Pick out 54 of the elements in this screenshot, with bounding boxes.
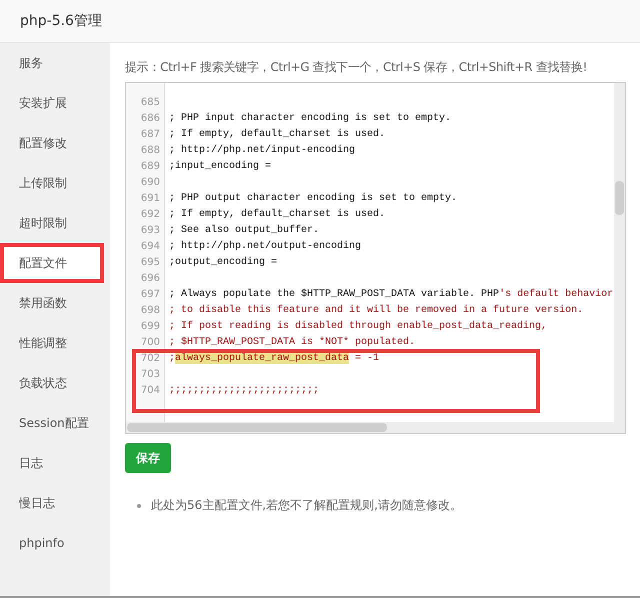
code-line: ; If post reading is disabled through enable_post_data_reading, bbox=[169, 320, 548, 334]
sidebar-item[interactable]: Session配置 bbox=[0, 403, 110, 443]
sidebar-item[interactable]: 配置修改 bbox=[0, 123, 110, 163]
code-editor[interactable] bbox=[125, 82, 626, 434]
sidebar-item[interactable]: 服务 bbox=[0, 43, 110, 83]
sidebar-item[interactable]: 慢日志 bbox=[0, 483, 110, 523]
sidebar-item[interactable]: phpinfo bbox=[0, 523, 110, 563]
sidebar-item[interactable]: 超时限制 bbox=[0, 203, 110, 243]
code-line: ;input_encoding = bbox=[169, 160, 272, 174]
line-number: 697 bbox=[140, 288, 161, 302]
code-line: ; If empty, default_charset is used. bbox=[169, 128, 386, 142]
code-line: ; http://php.net/output-encoding bbox=[169, 240, 362, 254]
code-line: ; PHP output character encoding is set to empty. bbox=[169, 192, 458, 206]
note-text: 此处为56主配置文件,若您不了解配置规则,请勿随意修改。 bbox=[151, 497, 462, 514]
sidebar-item[interactable]: 上传限制 bbox=[0, 163, 110, 203]
code-line: ; PHP input character encoding is set to empty. bbox=[169, 112, 452, 126]
sidebar-item[interactable]: 日志 bbox=[0, 443, 110, 483]
line-number: 687 bbox=[140, 128, 161, 142]
line-number: 690 bbox=[140, 176, 161, 190]
code-line: ; http://php.net/input-encoding bbox=[169, 144, 356, 158]
code-line: ; to disable this feature and it will be removed in a future version. bbox=[169, 304, 584, 318]
code-line: ;;;;;;;;;;;;;;;;;;;;;;;;; bbox=[169, 384, 320, 398]
line-number: 703 bbox=[140, 368, 161, 382]
sidebar-item[interactable]: 负载状态 bbox=[0, 363, 110, 403]
line-number: 696 bbox=[140, 272, 161, 286]
code-line: ;output_encoding = bbox=[169, 256, 278, 270]
line-number: 692 bbox=[140, 208, 161, 222]
horizontal-scrollbar[interactable] bbox=[126, 422, 625, 433]
line-number: 700 bbox=[140, 336, 161, 350]
window-title: php-5.6管理 bbox=[20, 12, 102, 30]
line-number: 693 bbox=[140, 224, 161, 238]
code-line: ; $HTTP_RAW_POST_DATA is *NOT* populated. bbox=[169, 336, 416, 350]
code-line: ; See also output_buffer. bbox=[169, 224, 320, 238]
line-number: 694 bbox=[140, 240, 161, 254]
hint-text: 提示：Ctrl+F 搜索关键字，Ctrl+G 查找下一个，Ctrl+S 保存，Ctrl+Shift+R 查找替换! bbox=[125, 59, 588, 76]
bullet-icon bbox=[137, 504, 141, 508]
line-number: 685 bbox=[140, 96, 161, 110]
line-number: 686 bbox=[140, 112, 161, 126]
vertical-scrollbar[interactable] bbox=[614, 83, 625, 422]
sidebar-item[interactable]: 禁用函数 bbox=[0, 283, 110, 323]
code-line: ;always_populate_raw_post_data = -1 bbox=[169, 352, 380, 366]
line-number: 704 bbox=[140, 384, 161, 398]
line-number: 689 bbox=[140, 160, 161, 174]
code-line: ; Always populate the $HTTP_RAW_POST_DATA variable. PHP's default behavior bbox=[169, 288, 614, 302]
line-number: 702 bbox=[140, 352, 161, 366]
line-number: 688 bbox=[140, 144, 161, 158]
code-line: ; If empty, default_charset is used. bbox=[169, 208, 386, 222]
line-number: 691 bbox=[140, 192, 161, 206]
sidebar-item[interactable]: 安装扩展 bbox=[0, 83, 110, 123]
line-number: 699 bbox=[140, 320, 161, 334]
line-number: 695 bbox=[140, 256, 161, 270]
sidebar-item[interactable]: 性能调整 bbox=[0, 323, 110, 363]
line-number: 698 bbox=[140, 304, 161, 318]
sidebar-item[interactable]: 配置文件 bbox=[0, 243, 104, 283]
